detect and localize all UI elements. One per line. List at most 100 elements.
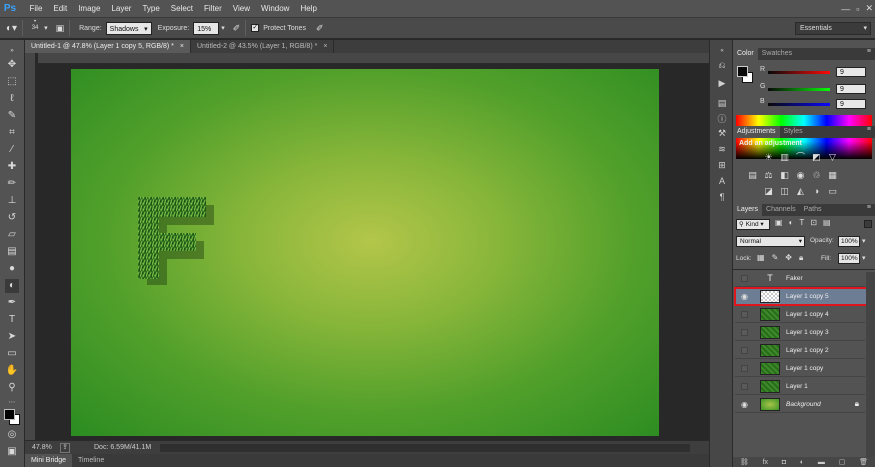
layers-scrollbar[interactable] [866, 272, 875, 457]
brightness-icon[interactable]: ☀ [763, 152, 774, 162]
tab-adjustments[interactable]: Adjustments [733, 126, 780, 138]
quick-select-tool-icon[interactable]: ✎ [5, 109, 19, 123]
invert-icon[interactable]: ◪ [763, 186, 774, 196]
vibrance-icon[interactable]: ▽ [827, 152, 838, 162]
clone-stamp-tool-icon[interactable]: ⊥ [5, 194, 19, 208]
layer-visibility-toggle[interactable] [738, 308, 751, 321]
black-white-icon[interactable]: ◧ [779, 170, 790, 180]
panel-menu-icon[interactable]: ≡ [867, 126, 871, 133]
adjustment-filter-icon[interactable]: ◐ [789, 218, 794, 227]
layer-row[interactable]: Layer 1 copy [735, 360, 865, 377]
foreground-color-swatch[interactable] [4, 409, 15, 420]
healing-brush-tool-icon[interactable]: ✚ [5, 160, 19, 174]
menu-help[interactable]: Help [295, 0, 322, 17]
menu-file[interactable]: File [24, 0, 48, 17]
gradient-map-icon[interactable]: ▭ [827, 186, 838, 196]
r-slider[interactable] [768, 70, 830, 74]
collapse-icon[interactable]: « [715, 44, 729, 58]
lasso-tool-icon[interactable]: ℓ [5, 92, 19, 106]
move-tool-icon[interactable]: ✥ [5, 58, 19, 72]
brush-tool-icon[interactable]: ✏ [5, 177, 19, 191]
channel-mixer-icon[interactable]: ♲ [811, 170, 822, 180]
fill-input[interactable]: 100% [838, 253, 860, 264]
path-selection-tool-icon[interactable]: ➤ [5, 330, 19, 344]
layer-visibility-toggle[interactable] [738, 344, 751, 357]
layer-row[interactable]: Layer 1 copy 4 [735, 306, 865, 323]
pen-tool-icon[interactable]: ✒ [5, 296, 19, 310]
marquee-tool-icon[interactable]: ⬚ [5, 75, 19, 89]
foreground-color-swatch[interactable] [737, 66, 748, 77]
zoom-level[interactable]: 47.8% [32, 444, 60, 451]
eye-icon[interactable]: ◉ [738, 398, 751, 411]
tab-timeline[interactable]: Timeline [72, 454, 110, 467]
menu-layer[interactable]: Layer [106, 0, 137, 17]
chevron-down-icon[interactable]: ▾ [44, 24, 48, 32]
character-icon[interactable]: A [715, 174, 729, 188]
info-icon[interactable]: ⓘ [715, 112, 729, 126]
gradient-tool-icon[interactable]: ▤ [5, 245, 19, 259]
horizontal-scrollbar[interactable] [160, 444, 690, 452]
color-balance-icon[interactable]: ⚖ [763, 170, 774, 180]
layer-filter-kind[interactable]: ⚲ Kind ▾ [736, 219, 770, 230]
lock-all-icon[interactable]: 🔒︎ [799, 253, 803, 263]
protect-tones-checkbox[interactable]: ✓ [251, 24, 260, 32]
b-value[interactable]: 9 [836, 99, 866, 109]
r-value[interactable]: 9 [836, 67, 866, 77]
brush-presets-icon[interactable]: ≋ [715, 142, 729, 156]
tab-untitled-2[interactable]: Untitled-2 @ 43.5% (Layer 1, RGB/8) * × [191, 40, 335, 53]
export-icon[interactable]: ⇪ [60, 442, 70, 453]
brush-size-picker[interactable]: • 34 [28, 19, 42, 37]
close-icon[interactable]: × [323, 40, 327, 53]
tab-untitled-1[interactable]: Untitled-1 @ 47.8% (Layer 1 copy 5, RGB/… [25, 40, 191, 53]
minimize-button[interactable]: — [841, 4, 850, 14]
menu-type[interactable]: Type [137, 0, 165, 17]
color-lookup-icon[interactable]: ▦ [827, 170, 838, 180]
screen-mode-icon[interactable]: ▣ [5, 445, 19, 459]
tool-presets-icon[interactable]: ⚒ [715, 126, 729, 140]
lock-position-icon[interactable]: ✥ [785, 253, 792, 263]
lock-image-icon[interactable]: ✎ [772, 253, 779, 263]
exposure-input[interactable]: 15% [193, 21, 220, 35]
properties-icon[interactable]: ▤ [715, 96, 729, 110]
menu-window[interactable]: Window [256, 0, 295, 17]
layer-row-faker[interactable]: T Faker [735, 270, 865, 287]
lock-transparent-icon[interactable]: ▦ [757, 253, 765, 263]
layer-row[interactable]: Layer 1 copy 2 [735, 342, 865, 359]
tab-mini-bridge[interactable]: Mini Bridge [25, 454, 73, 467]
history-icon[interactable]: ⎌ [715, 58, 729, 72]
opacity-input[interactable]: 100% [838, 236, 860, 247]
burn-tool-preset-icon[interactable]: ◐▾ [6, 23, 17, 34]
airbrush-icon[interactable]: ✐ [233, 23, 241, 34]
close-button[interactable]: ✕ [865, 3, 873, 14]
eyedropper-tool-icon[interactable]: ⁄ [5, 143, 19, 157]
hue-saturation-icon[interactable]: ▤ [747, 170, 758, 180]
smart-object-filter-icon[interactable]: ▤ [823, 218, 831, 227]
new-adjustment-icon[interactable]: ◐ [800, 459, 804, 466]
shape-filter-icon[interactable]: ⊡ [810, 218, 817, 227]
menu-view[interactable]: View [227, 0, 255, 17]
tab-paths[interactable]: Paths [800, 204, 826, 216]
layer-row[interactable]: Layer 1 [735, 378, 865, 395]
photo-filter-icon[interactable]: ◉ [795, 170, 806, 180]
layer-visibility-toggle[interactable] [738, 362, 751, 375]
menu-edit[interactable]: Edit [48, 0, 73, 17]
layer-visibility-toggle[interactable] [738, 380, 751, 393]
trash-icon[interactable]: 🗑︎ [859, 458, 868, 466]
layer-row-background[interactable]: ◉ Background 🔒︎ [735, 396, 865, 413]
maximize-button[interactable]: ▫ [856, 4, 859, 14]
history-brush-tool-icon[interactable]: ↺ [5, 211, 19, 225]
document-canvas[interactable] [71, 69, 659, 436]
threshold-icon[interactable]: ◭ [795, 186, 806, 196]
layer-visibility-toggle[interactable] [738, 272, 751, 285]
blend-mode-select[interactable]: Normal ▾ [736, 236, 805, 247]
tab-layers[interactable]: Layers [733, 204, 763, 216]
eye-icon[interactable]: ◉ [738, 290, 751, 303]
actions-icon[interactable]: ▶ [715, 76, 729, 90]
chevron-down-icon[interactable]: ▾ [862, 237, 866, 245]
tab-swatches[interactable]: Swatches [758, 48, 796, 60]
eraser-tool-icon[interactable]: ▱ [5, 228, 19, 242]
brush-panel-icon[interactable]: ▣ [56, 23, 65, 34]
selective-color-icon[interactable]: ◑ [811, 186, 822, 196]
quick-mask-icon[interactable]: ◎ [5, 428, 19, 442]
type-filter-icon[interactable]: T [799, 218, 804, 227]
